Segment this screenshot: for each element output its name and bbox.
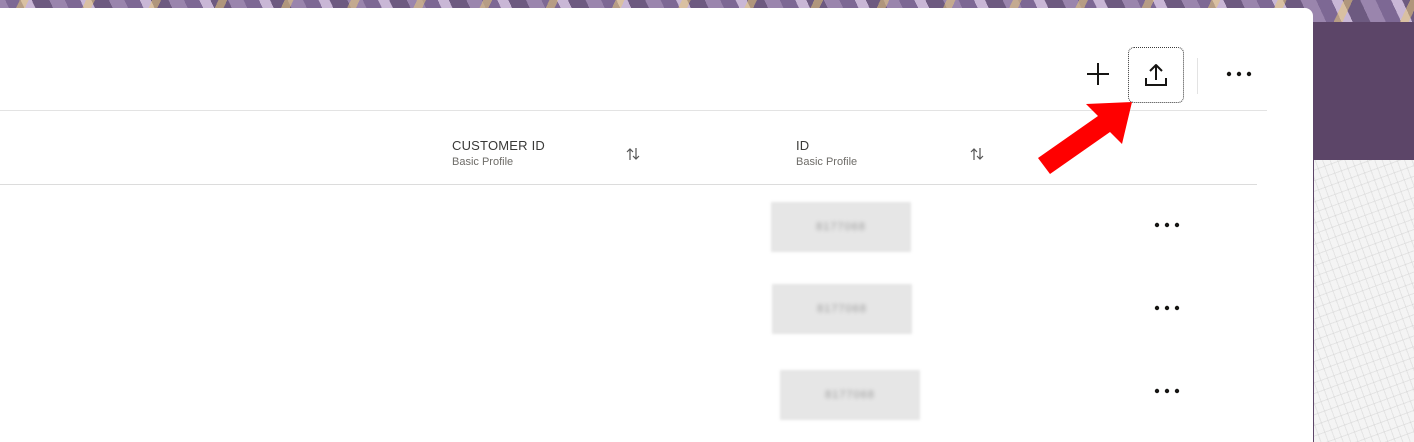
sort-arrows-icon[interactable] (969, 146, 985, 162)
row-actions-button[interactable] (1147, 296, 1187, 320)
more-horizontal-icon (1154, 305, 1180, 311)
plus-icon (1087, 63, 1109, 85)
main-panel: CUSTOMER ID Basic Profile ID Basic Profi… (0, 8, 1313, 442)
table-row[interactable]: 8177068 (0, 351, 1257, 434)
more-horizontal-icon (1226, 71, 1252, 77)
column-subtitle-customer-id: Basic Profile (452, 156, 514, 168)
column-subtitle-id: Basic Profile (796, 156, 858, 168)
redacted-id-cell: 8177068 (780, 370, 920, 420)
more-horizontal-icon (1154, 388, 1180, 394)
row-actions-button[interactable] (1147, 379, 1187, 403)
redacted-id-cell: 8177068 (772, 284, 912, 334)
add-button[interactable] (1070, 46, 1126, 102)
id-value: 8177068 (817, 303, 867, 315)
row-actions-button[interactable] (1147, 213, 1187, 237)
more-horizontal-icon (1154, 222, 1180, 228)
column-header-customer-id[interactable]: CUSTOMER ID (452, 138, 545, 153)
table-row[interactable]: 8177068 (0, 185, 1257, 268)
sort-arrows-icon[interactable] (625, 146, 641, 162)
more-actions-button[interactable] (1211, 46, 1267, 102)
red-arrow-icon (1038, 102, 1132, 174)
toolbar (0, 8, 1267, 111)
column-header-id[interactable]: ID (796, 138, 809, 153)
id-value: 8177068 (816, 221, 866, 233)
toolbar-divider (1197, 58, 1198, 94)
redacted-id-cell: 8177068 (771, 202, 911, 252)
upload-icon (1145, 64, 1167, 86)
background-pattern (1314, 160, 1414, 442)
table-row[interactable]: 8177068 (0, 268, 1257, 351)
id-value: 8177068 (825, 389, 875, 401)
export-button[interactable] (1128, 47, 1184, 103)
